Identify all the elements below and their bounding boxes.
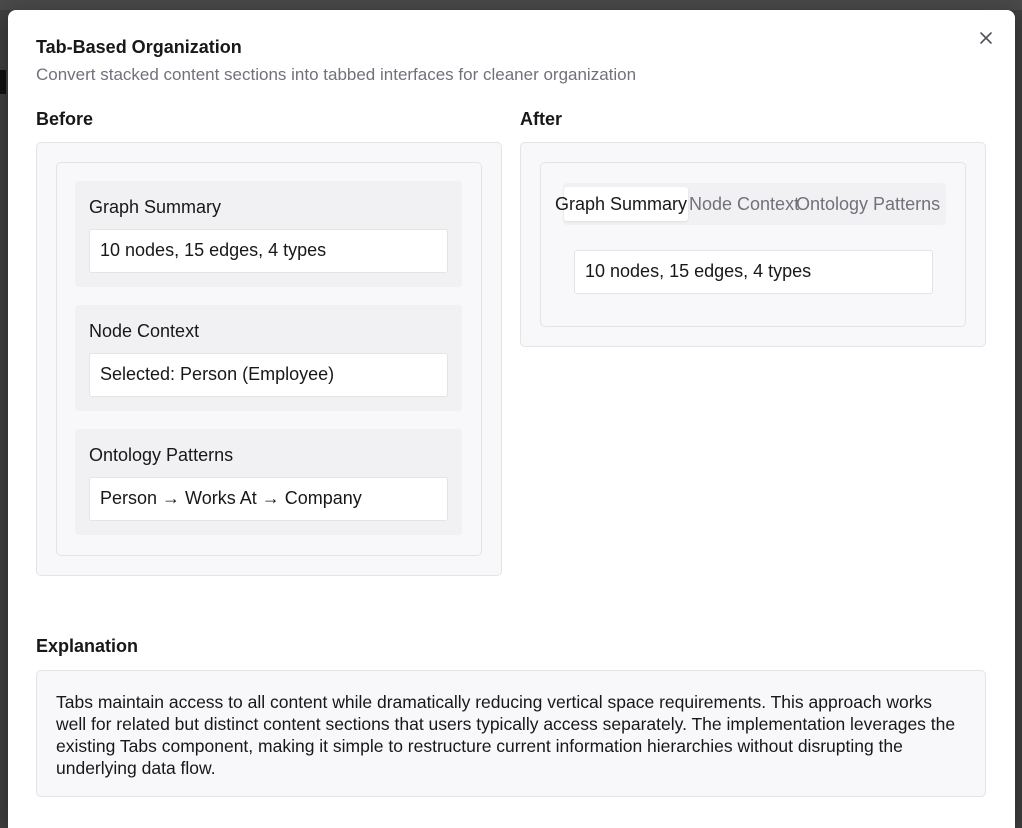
section-value-field: Selected: Person (Employee) [89, 353, 448, 397]
before-stacked-card: Graph Summary 10 nodes, 15 edges, 4 type… [56, 162, 482, 556]
tab-graph-summary[interactable]: Graph Summary [555, 187, 688, 221]
tab-label: Ontology Patterns [796, 194, 941, 214]
section-value-field: Person → Works At → Company [89, 477, 448, 521]
section-title: Node Context [89, 321, 200, 341]
close-icon[interactable] [979, 31, 993, 45]
section-graph-summary: Graph Summary 10 nodes, 15 edges, 4 type… [75, 181, 462, 287]
tab-label: Graph Summary [555, 194, 688, 214]
section-title: Graph Summary [89, 197, 222, 217]
before-panel: Graph Summary 10 nodes, 15 edges, 4 type… [36, 142, 502, 576]
close-button[interactable] [974, 26, 998, 50]
section-title: Ontology Patterns [89, 445, 234, 465]
tab-node-context[interactable]: Node Context [689, 187, 799, 221]
explanation-box: Tabs maintain access to all content whil… [36, 670, 986, 797]
section-node-context: Node Context Selected: Person (Employee) [75, 305, 462, 411]
explanation-text: Tabs maintain access to all content whil… [56, 692, 956, 778]
after-tabbed-card: Graph Summary Node Context Ontology Patt… [540, 162, 966, 327]
explanation-label: Explanation [36, 636, 139, 656]
tab-content-value-field: 10 nodes, 15 edges, 4 types [574, 250, 933, 294]
tab-label: Node Context [689, 194, 800, 214]
tabs-list: Graph Summary Node Context Ontology Patt… [555, 183, 946, 225]
dialog: Tab-Based Organization Convert stacked c… [8, 10, 1015, 828]
tab-ontology-patterns[interactable]: Ontology Patterns [796, 187, 946, 221]
dialog-title: Tab-Based Organization [36, 37, 242, 57]
before-label: Before [36, 109, 94, 129]
after-panel: Graph Summary Node Context Ontology Patt… [520, 142, 986, 347]
section-value-field: 10 nodes, 15 edges, 4 types [89, 229, 448, 273]
backdrop-app-bar [0, 0, 1022, 10]
dialog-subtitle: Convert stacked content sections into ta… [36, 65, 637, 84]
backdrop-edge [0, 70, 6, 94]
after-label: After [520, 109, 563, 129]
section-ontology-patterns: Ontology Patterns Person → Works At → Co… [75, 429, 462, 535]
